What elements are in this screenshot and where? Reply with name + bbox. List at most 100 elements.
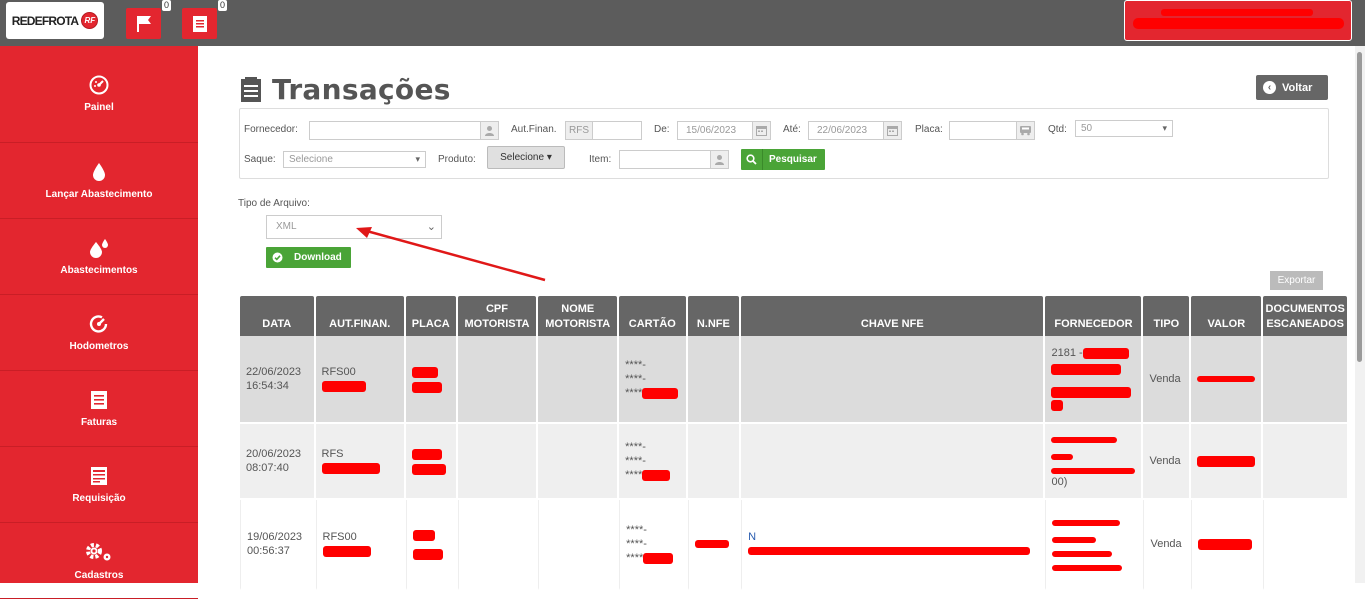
column-header[interactable]: CHAVE NFE: [741, 296, 1044, 336]
sidebar: Painel Lançar Abastecimento Abasteciment…: [0, 46, 198, 599]
cpf-cell: [457, 424, 537, 500]
requisition-icon: [91, 466, 107, 485]
flag-icon: [136, 15, 151, 32]
card-cell: ****- ****- ****: [619, 336, 686, 424]
redaction: [412, 530, 435, 542]
sidebar-item-painel[interactable]: Painel: [0, 46, 198, 143]
saque-select[interactable]: Selecione ▾: [283, 151, 426, 168]
redaction: [748, 547, 1031, 556]
date-from-calendar-button[interactable]: [752, 121, 771, 140]
nome-cell: [538, 336, 618, 424]
redaction: [1051, 387, 1132, 398]
placa-lookup-button[interactable]: [1016, 121, 1035, 140]
column-header[interactable]: FORNECEDOR: [1045, 296, 1142, 336]
redaction: [321, 380, 366, 392]
sidebar-item-hodometros[interactable]: Hodometros: [0, 295, 198, 371]
file-type-select[interactable]: XML ⌄: [266, 215, 442, 239]
column-header[interactable]: NOME MOTORISTA: [538, 296, 618, 336]
sidebar-item-faturas[interactable]: Faturas: [0, 371, 198, 447]
chevron-down-icon: ▾: [415, 154, 420, 164]
sidebar-item-lancar-abastecimento[interactable]: Lançar Abastecimento: [0, 143, 198, 219]
date-cell: 22/06/2023 16:54:34: [240, 336, 314, 424]
date-from-input[interactable]: 15/06/2023: [677, 121, 753, 140]
search-button[interactable]: Pesquisar: [741, 149, 825, 170]
valor-cell: [1191, 424, 1262, 500]
drop-icon: [93, 162, 105, 181]
back-button[interactable]: ‹ Voltar: [1256, 75, 1328, 100]
column-header[interactable]: PLACA: [405, 296, 456, 336]
redaction: [1198, 538, 1253, 550]
truck-icon: [1020, 126, 1031, 136]
fornecedor-cell: 2181 -: [1045, 336, 1142, 424]
placa-input[interactable]: [949, 121, 1017, 140]
logo-mark: RF: [81, 12, 99, 29]
sidebar-item-cadastros[interactable]: Cadastros: [0, 523, 198, 599]
qtd-select[interactable]: 50 ▾: [1075, 120, 1173, 137]
date-to-input[interactable]: 22/06/2023: [808, 121, 884, 140]
redaction: [1197, 455, 1256, 467]
docs-cell: [1263, 500, 1347, 590]
redaction: [1052, 565, 1123, 572]
column-header[interactable]: VALOR: [1191, 296, 1262, 336]
column-header[interactable]: DOCUMENTOS ESCANEADOS: [1263, 296, 1347, 336]
nfe-cell: [687, 500, 740, 590]
table-row[interactable]: 19/06/2023 00:56:37 RFS00 ****- ****- **** …: [240, 500, 1347, 590]
redaction: [1051, 364, 1122, 375]
scrollbar[interactable]: [1355, 46, 1365, 583]
tipo-cell: Venda: [1143, 336, 1190, 424]
chave-cell: [741, 424, 1044, 500]
documents-button[interactable]: 0: [182, 0, 227, 39]
table-row[interactable]: 22/06/2023 16:54:34 RFS00 ****- ****- **** …: [240, 336, 1347, 424]
column-header[interactable]: AUT.FINAN.: [315, 296, 404, 336]
docs-cell: [1263, 424, 1347, 500]
redaction: [1161, 9, 1313, 16]
redaction: [1197, 376, 1256, 383]
odometer-icon: [89, 314, 108, 333]
chave-cell: [741, 336, 1044, 424]
placa-cell: [405, 424, 456, 500]
fornecedor-lookup-button[interactable]: [480, 121, 499, 140]
redaction: [1082, 347, 1129, 359]
produto-dropdown-button[interactable]: Selecione ▾: [487, 146, 565, 169]
docs-cell: [1263, 336, 1347, 424]
sidebar-item-abastecimentos[interactable]: Abastecimentos: [0, 219, 198, 295]
column-header[interactable]: N.NFE: [687, 296, 740, 336]
redaction: [411, 463, 446, 475]
nfe-cell: [687, 336, 740, 424]
user-icon: [485, 126, 494, 136]
autfinan-prefix: RFS: [565, 121, 593, 140]
gears-icon: [86, 542, 111, 560]
user-menu[interactable]: [1124, 0, 1352, 41]
redaction: [643, 552, 674, 564]
page-title-area: Transações: [240, 73, 451, 106]
redaction: [642, 469, 671, 481]
column-header[interactable]: TIPO: [1143, 296, 1190, 336]
aut-cell: RFS00: [315, 336, 404, 424]
item-input[interactable]: [619, 150, 711, 169]
redaction: [321, 462, 380, 474]
fornecedor-input[interactable]: [309, 121, 481, 140]
dashboard-icon: [89, 75, 109, 95]
redaction: [1051, 399, 1064, 411]
nome-cell: [538, 424, 618, 500]
date-to-calendar-button[interactable]: [883, 121, 902, 140]
autfinan-input[interactable]: [592, 121, 642, 140]
fornecedor-cell: [1045, 500, 1142, 590]
item-lookup-button[interactable]: [710, 150, 729, 169]
invoice-icon: [91, 390, 107, 409]
table-row[interactable]: 20/06/2023 08:07:40 RFS ****- ****- **** 00…: [240, 424, 1347, 500]
redaction: [1052, 551, 1113, 558]
redaction: [642, 387, 679, 399]
chevron-down-icon: ⌄: [426, 221, 436, 233]
column-header[interactable]: CPF MOTORISTA: [457, 296, 537, 336]
column-header[interactable]: CARTÃO: [619, 296, 686, 336]
chave-cell[interactable]: N: [741, 500, 1044, 590]
logo[interactable]: REDEFROTA RF: [6, 2, 104, 39]
export-button[interactable]: Exportar: [1270, 271, 1323, 290]
download-button[interactable]: Download: [266, 247, 351, 268]
flag-button[interactable]: 0: [126, 0, 171, 39]
scrollbar-thumb[interactable]: [1357, 52, 1362, 362]
column-header[interactable]: DATA: [240, 296, 314, 336]
list-icon: [241, 76, 261, 102]
sidebar-item-requisicao[interactable]: Requisição: [0, 447, 198, 523]
